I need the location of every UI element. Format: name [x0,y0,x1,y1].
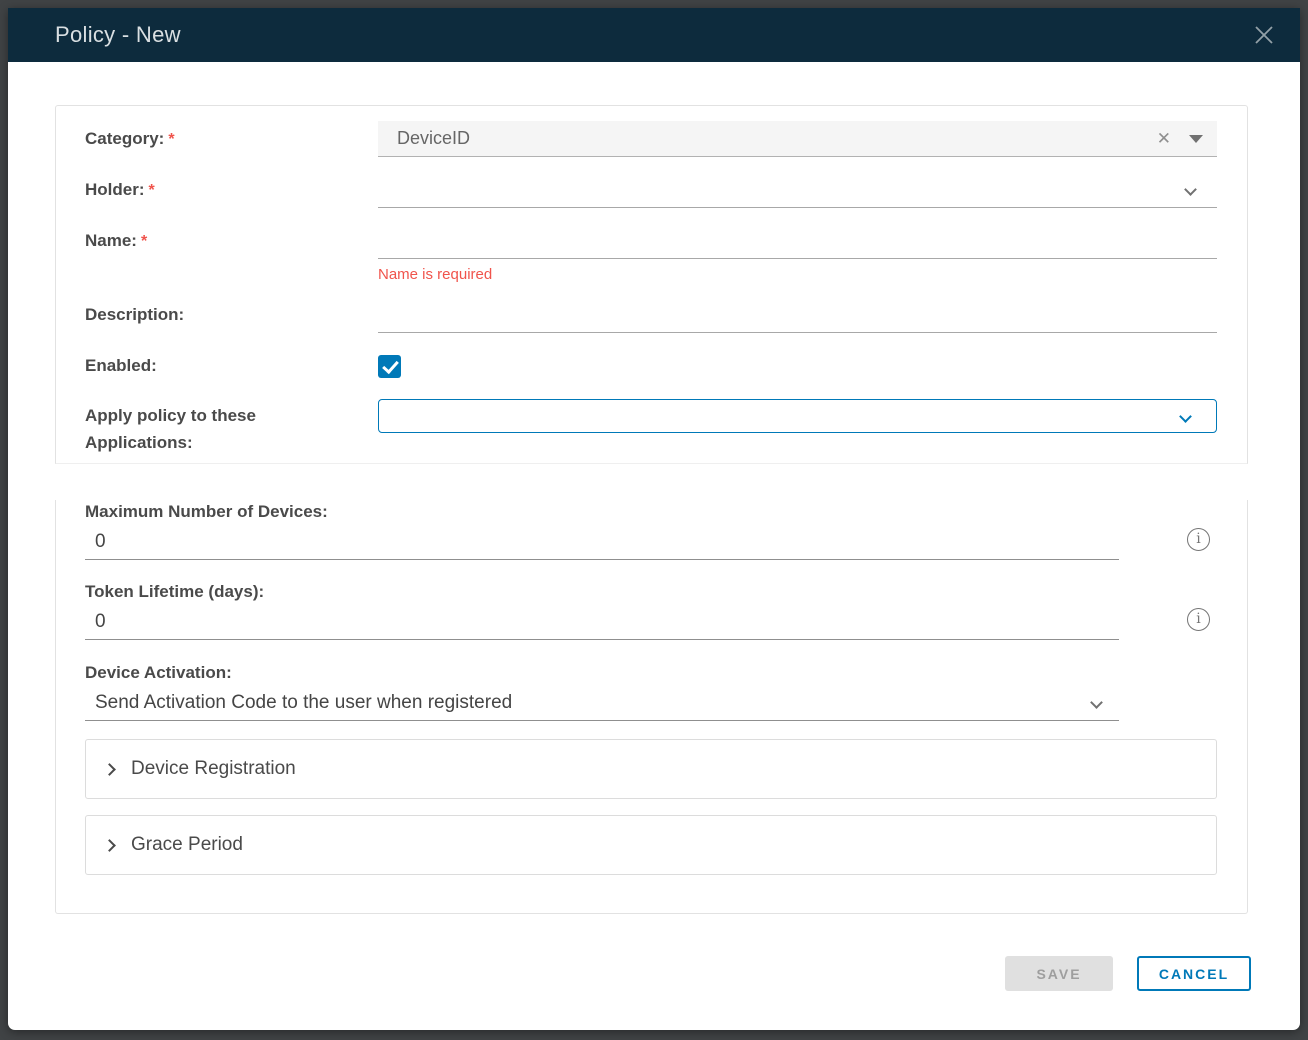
description-label: Description: [85,302,378,328]
apply-applications-row: Apply policy to these Applications: [85,399,1217,459]
name-row: Name:* [85,223,1217,259]
dialog-header: Policy - New [8,8,1300,62]
holder-required-marker: * [149,182,155,199]
info-icon[interactable]: i [1187,608,1210,631]
token-lifetime-row: 0 i [85,604,1217,640]
name-error-message: Name is required [378,259,1217,286]
holder-row: Holder:* [85,172,1217,208]
name-required-marker: * [141,233,147,250]
cancel-button[interactable]: CANCEL [1137,956,1251,991]
device-registration-label: Device Registration [131,758,296,780]
close-button[interactable] [1250,21,1278,49]
name-label-text: Name: [85,231,137,250]
category-required-marker: * [168,131,174,148]
category-label-text: Category: [85,129,164,148]
holder-label-text: Holder: [85,180,145,199]
dialog-footer: SAVE CANCEL [55,956,1251,991]
category-row: Category:* DeviceID ✕ [85,121,1217,157]
dropdown-arrow-icon[interactable] [1189,135,1203,143]
name-label: Name:* [85,228,378,255]
chevron-down-icon[interactable] [1179,410,1192,423]
info-icon[interactable]: i [1187,528,1210,551]
category-value: DeviceID [397,128,1157,149]
device-activation-select[interactable]: Send Activation Code to the user when re… [85,685,1119,721]
close-icon [1251,22,1277,48]
enabled-checkbox[interactable] [378,355,401,378]
token-lifetime-label: Token Lifetime (days): [85,580,1217,604]
token-lifetime-value: 0 [95,611,106,633]
dialog-title: Policy - New [55,22,1250,48]
dialog-body: Category:* DeviceID ✕ Holder:* Name:* [8,62,1300,1030]
chevron-right-icon [103,763,116,776]
name-error-row: Name is required [85,259,1217,286]
device-activation-row: Send Activation Code to the user when re… [85,685,1217,721]
grace-period-label: Grace Period [131,834,243,856]
description-input[interactable] [378,297,1217,333]
max-devices-label: Maximum Number of Devices: [85,500,1217,524]
chevron-right-icon [103,839,116,852]
max-devices-row: 0 i [85,524,1217,560]
name-input[interactable] [378,223,1217,259]
grace-period-section[interactable]: Grace Period [85,815,1217,875]
enabled-row: Enabled: [85,348,1217,384]
category-label: Category:* [85,126,378,153]
policy-new-dialog: Policy - New Category:* DeviceID ✕ Hold [8,8,1300,1030]
holder-select[interactable] [378,172,1217,208]
holder-label: Holder:* [85,177,378,204]
chevron-down-icon[interactable] [1090,696,1103,709]
max-devices-value: 0 [95,531,106,553]
device-registration-section[interactable]: Device Registration [85,739,1217,799]
device-activation-label: Device Activation: [85,661,1217,685]
save-button[interactable]: SAVE [1005,956,1113,991]
description-row: Description: [85,297,1217,333]
device-settings-panel: Maximum Number of Devices: 0 i Token Lif… [55,500,1248,914]
category-select[interactable]: DeviceID ✕ [378,121,1217,157]
device-activation-value: Send Activation Code to the user when re… [95,692,512,714]
max-devices-input[interactable]: 0 [85,524,1119,560]
clear-icon[interactable]: ✕ [1157,130,1171,147]
apply-applications-label: Apply policy to these Applications: [85,399,300,456]
enabled-label: Enabled: [85,353,378,379]
token-lifetime-input[interactable]: 0 [85,604,1119,640]
apply-applications-select[interactable] [378,399,1217,433]
policy-general-panel: Category:* DeviceID ✕ Holder:* Name:* [55,105,1248,464]
